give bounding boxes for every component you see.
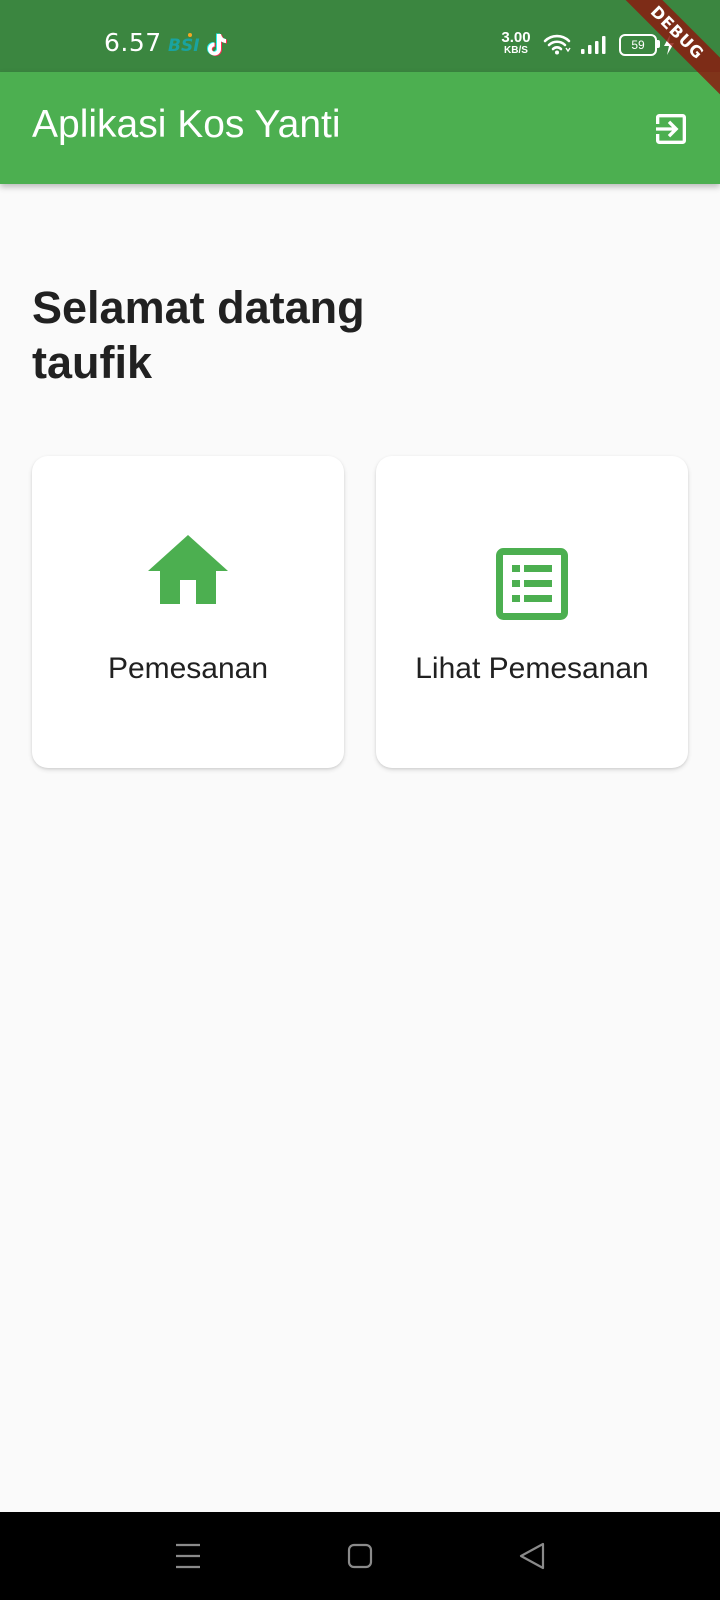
tiktok-icon xyxy=(207,33,227,56)
status-bar: 6.57 BSI 3.00 KB/S 59 xyxy=(0,0,720,72)
back-triangle-icon[interactable] xyxy=(512,1536,552,1576)
logout-icon xyxy=(656,114,686,144)
network-speed: 3.00 KB/S xyxy=(498,30,534,56)
welcome-heading: Selamat datang taufik xyxy=(32,282,365,388)
signal-icon xyxy=(581,36,606,54)
lihat-pemesanan-card[interactable]: Lihat Pemesanan xyxy=(376,456,688,768)
network-speed-value: 3.00 xyxy=(501,29,531,46)
home-icon xyxy=(148,535,228,604)
logout-button[interactable] xyxy=(646,104,696,154)
pemesanan-card[interactable]: Pemesanan xyxy=(32,456,344,768)
pemesanan-label: Pemesanan xyxy=(107,652,269,685)
network-speed-unit: KB/S xyxy=(504,45,528,56)
status-time: 6.57 xyxy=(104,28,162,57)
bsi-dot-icon xyxy=(188,33,192,37)
app-title: Aplikasi Kos Yanti xyxy=(32,103,341,146)
battery-indicator: 59 xyxy=(619,34,657,56)
home-square-icon[interactable] xyxy=(340,1536,380,1576)
lihat-pemesanan-label: Lihat Pemesanan xyxy=(415,652,649,685)
wifi-icon xyxy=(543,34,571,55)
app-bar: Aplikasi Kos Yanti xyxy=(0,72,720,184)
menu-icon[interactable] xyxy=(168,1536,208,1576)
system-navigation-bar xyxy=(0,1512,720,1600)
battery-tip xyxy=(657,40,660,48)
list-icon xyxy=(496,548,568,620)
bsi-app-icon: BSI xyxy=(168,36,200,56)
